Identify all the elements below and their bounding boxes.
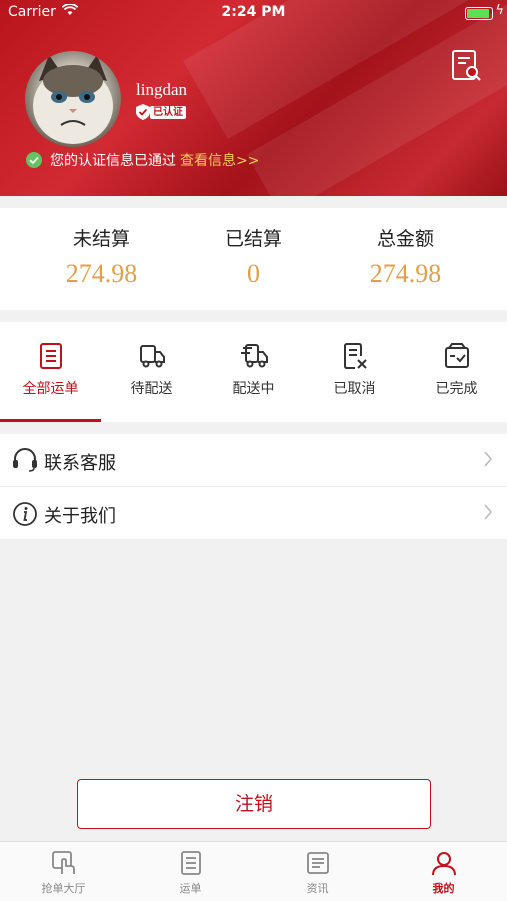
bottom-tab-bar: 抢单大厅 运单 资讯 我的 [0,841,507,901]
order-tabs: 全部运单 待配送 配送中 已取消 已完成 [0,322,507,422]
menu-item-label: 联系客服 [44,453,116,474]
tab-in-delivery[interactable]: 配送中 [203,342,304,398]
tab-pending-delivery[interactable]: 待配送 [101,342,202,398]
document-search-icon [452,50,481,81]
menu-item-label: 关于我们 [44,506,116,527]
tab-label: 抢单大厅 [41,882,86,895]
cat-face-icon [33,55,113,144]
stat-label: 未结算 [72,228,130,250]
username: lingdan [136,80,187,99]
view-info-link[interactable]: 查看信息>> [180,150,259,170]
charging-icon: ϟ [495,3,504,18]
stat-unsettled[interactable]: 未结算 274.98 [17,224,186,289]
stat-settled[interactable]: 已结算 0 [169,224,338,289]
verified-badge: 已认证 [136,104,186,120]
avatar[interactable] [25,51,121,147]
tab-label: 配送中 [232,381,275,397]
delivery-truck-icon [240,344,268,368]
document-icon [180,851,201,875]
info-icon [13,502,37,526]
stat-label: 已结算 [224,228,282,250]
tab-waybill[interactable]: 运单 [127,850,254,896]
menu-item-contact-service[interactable]: 联系客服 [0,434,507,487]
status-bar: Carrier 2:24 PM ϟ [0,0,507,26]
tab-order-hall[interactable]: 抢单大厅 [0,850,127,896]
tab-label: 运单 [179,882,202,895]
tab-label: 我的 [432,882,455,895]
verification-notice: 您的认证信息已通过 查看信息>> [26,150,259,170]
news-icon [306,852,329,874]
stat-value: 274.98 [369,259,442,288]
tab-all-orders[interactable]: 全部运单 [0,342,101,398]
tab-mine[interactable]: 我的 [380,850,507,896]
tab-label: 全部运单 [22,381,79,397]
settlement-summary: 未结算 274.98 已结算 0 总金额 274.98 [0,208,507,310]
stat-value: 0 [247,259,260,288]
stat-label: 总金额 [376,228,434,250]
tab-completed[interactable]: 已完成 [406,342,507,398]
verified-badge-label: 已认证 [150,105,186,119]
tab-label: 已完成 [435,381,478,397]
tab-label: 待配送 [130,381,173,397]
active-tab-indicator [0,419,101,422]
tab-label: 资讯 [306,882,329,895]
truck-icon [139,345,165,368]
logout-button[interactable]: 注销 [77,779,431,829]
tab-label: 已取消 [333,381,376,397]
clock: 2:24 PM [221,4,286,20]
document-cancel-icon [343,343,367,369]
stat-value: 274.98 [65,259,138,288]
notice-text: 您的认证信息已通过 [50,153,176,169]
tab-news[interactable]: 资讯 [254,850,381,896]
user-icon [431,852,456,876]
box-check-icon [444,343,469,368]
tab-cancelled[interactable]: 已取消 [304,342,405,398]
shield-check-icon [136,104,150,120]
hand-tap-icon [51,851,75,874]
check-circle-icon [26,152,42,168]
chevron-right-icon [484,451,493,467]
profile-header: Carrier 2:24 PM ϟ lingdan 已认证 您的认证信息已通过 … [0,0,507,196]
scan-document-button[interactable] [448,48,484,84]
menu-item-about-us[interactable]: 关于我们 [0,487,507,539]
document-list-icon [39,343,62,369]
chevron-right-icon [484,504,493,520]
battery-icon [465,7,493,20]
headset-icon [13,448,37,472]
stat-total[interactable]: 总金额 274.98 [321,224,490,289]
